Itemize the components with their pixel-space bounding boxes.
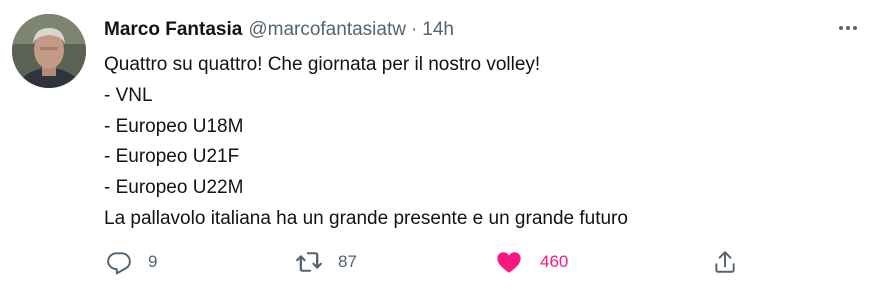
reply-count: 9 bbox=[148, 252, 158, 271]
tweet-text: Quattro su quattro! Che giornata per il … bbox=[104, 50, 844, 235]
retweet-count: 87 bbox=[338, 252, 357, 271]
tweet-content: Marco Fantasia @marcofantasiatw · 14h Qu… bbox=[104, 16, 844, 235]
like-count: 460 bbox=[540, 252, 569, 271]
share-button[interactable] bbox=[710, 244, 740, 280]
more-dot bbox=[846, 26, 850, 30]
more-icon[interactable] bbox=[833, 18, 863, 38]
retweet-button[interactable]: 87 bbox=[294, 244, 357, 280]
tweet-line: - Europeo U21F bbox=[104, 146, 240, 168]
more-dot bbox=[839, 26, 843, 30]
separator-dot: · bbox=[410, 19, 418, 40]
heart-icon bbox=[494, 247, 524, 277]
more-dot bbox=[853, 26, 857, 30]
share-icon bbox=[710, 247, 740, 277]
tweet-line: La pallavolo italiana ha un grande prese… bbox=[104, 207, 628, 229]
tweet-line: - Europeo U22M bbox=[104, 177, 244, 199]
author-handle[interactable]: @marcofantasiatw bbox=[248, 16, 406, 44]
avatar[interactable] bbox=[12, 14, 86, 88]
reply-button[interactable]: 9 bbox=[104, 244, 157, 280]
tweet-line: Quattro su quattro! Che giornata per il … bbox=[104, 54, 541, 75]
reply-icon bbox=[104, 247, 134, 277]
tweet-header: Marco Fantasia @marcofantasiatw · 14h bbox=[104, 16, 844, 44]
tweet[interactable]: Marco Fantasia @marcofantasiatw · 14h Qu… bbox=[0, 0, 873, 291]
timestamp[interactable]: 14h bbox=[422, 16, 454, 44]
author-name[interactable]: Marco Fantasia bbox=[104, 16, 242, 44]
tweet-line: - Europeo U18M bbox=[104, 115, 244, 137]
like-button[interactable]: 460 bbox=[494, 244, 568, 280]
tweet-line: - VNL bbox=[104, 84, 153, 106]
retweet-icon bbox=[294, 247, 324, 277]
tweet-actions: 9 87 460 bbox=[104, 244, 754, 280]
